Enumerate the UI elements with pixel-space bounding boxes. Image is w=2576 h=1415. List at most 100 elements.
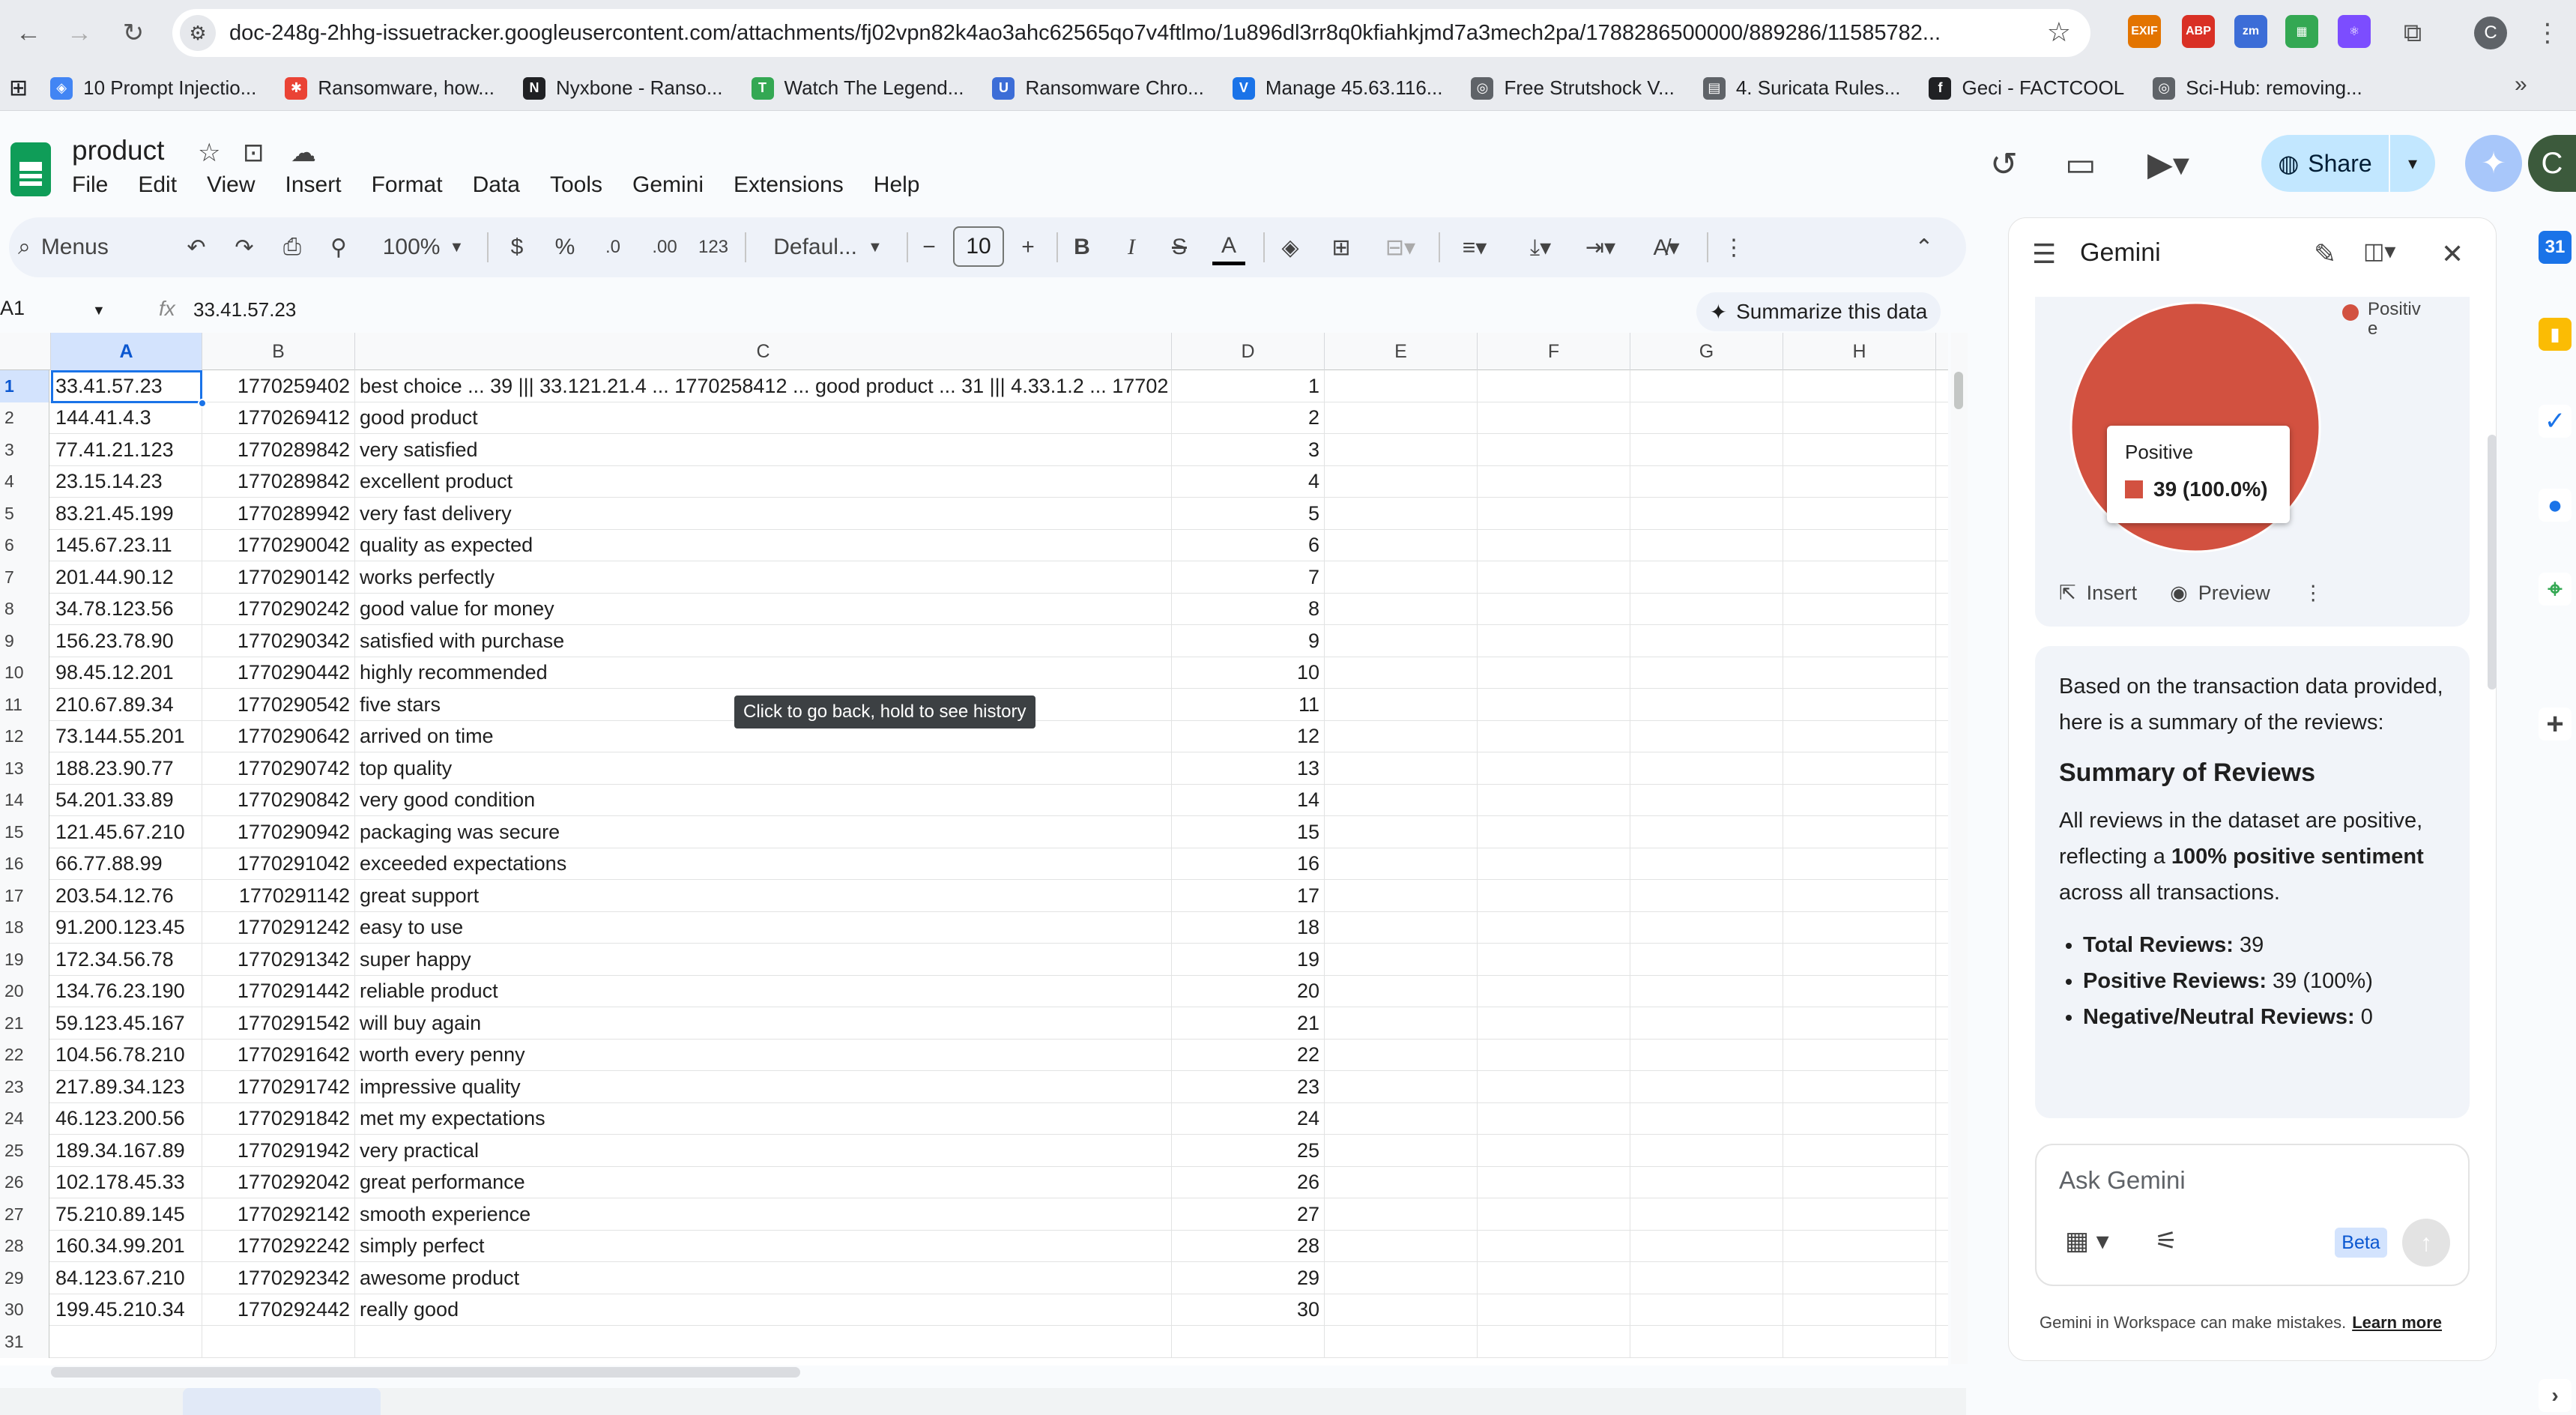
grid-cell[interactable]: 104.56.78.210 [51, 1039, 202, 1071]
reload-icon[interactable]: ↻ [111, 10, 156, 55]
grid-cell[interactable] [1630, 1102, 1783, 1135]
grid-cell[interactable] [1478, 1262, 1630, 1294]
column-header-a[interactable]: A [51, 333, 202, 370]
grid-cell[interactable] [1478, 465, 1630, 498]
grid-cell[interactable]: 1770291042 [202, 848, 355, 880]
row-header[interactable]: 30 [0, 1294, 49, 1326]
cloud-status-icon[interactable]: ☁ [291, 138, 316, 168]
menu-view[interactable]: View [207, 172, 255, 198]
grid-cell[interactable]: best choice ... 39 ||| 33.121.21.4 ... 1… [355, 370, 1172, 402]
document-title[interactable]: product [72, 135, 164, 166]
grid-cell[interactable]: 14 [1172, 784, 1325, 816]
grid-cell[interactable] [1325, 816, 1478, 848]
grid-cell[interactable] [1325, 498, 1478, 530]
hamburger-menu-icon[interactable]: ☰ [2032, 238, 2056, 270]
grid-cell[interactable]: 1770290442 [202, 657, 355, 689]
grid-cell[interactable] [1783, 720, 1936, 752]
active-sheet-tab[interactable] [183, 1388, 381, 1415]
vertical-scrollbar[interactable] [1951, 333, 1968, 1364]
grid-cell[interactable]: 22 [1172, 1039, 1325, 1071]
grid-cell[interactable] [1325, 848, 1478, 880]
grid-cell[interactable] [1630, 593, 1783, 625]
grid-cell[interactable]: 16 [1172, 848, 1325, 880]
grid-cell[interactable] [1478, 1230, 1630, 1262]
grid-cell[interactable] [1783, 529, 1936, 561]
meet-icon[interactable]: ▶▾ [2147, 145, 2189, 184]
share-button[interactable]: ◍ Share [2261, 135, 2389, 192]
grid-cell[interactable] [1783, 625, 1936, 657]
grid-cell[interactable] [1325, 1262, 1478, 1294]
grid-cell[interactable]: 172.34.56.78 [51, 944, 202, 976]
menu-help[interactable]: Help [874, 172, 920, 198]
keep-icon[interactable]: ▮ [2539, 318, 2572, 351]
grid-cell[interactable] [1783, 911, 1936, 944]
grid-cell[interactable] [1325, 1166, 1478, 1198]
text-color-icon[interactable]: A [1212, 229, 1245, 265]
bookmark-star-icon[interactable]: ☆ [2047, 16, 2071, 48]
grid-cell[interactable]: very fast delivery [355, 498, 1172, 530]
more-options-icon[interactable]: ⋮ [1719, 229, 1749, 265]
maps-icon[interactable]: ⌖ [2539, 573, 2572, 606]
select-all-corner[interactable] [0, 333, 51, 370]
extension-icon[interactable]: ⚛ [2338, 15, 2371, 48]
menu-gemini[interactable]: Gemini [632, 172, 704, 198]
column-header-e[interactable]: E [1325, 333, 1478, 370]
row-header[interactable]: 4 [0, 465, 49, 498]
row-header[interactable]: 5 [0, 498, 49, 530]
grid-cell[interactable] [1325, 975, 1478, 1007]
grid-cell[interactable]: 1770290542 [202, 689, 355, 721]
grid-cell[interactable]: highly recommended [355, 657, 1172, 689]
grid-cell[interactable]: 134.76.23.190 [51, 975, 202, 1007]
grid-cell[interactable]: 7 [1172, 561, 1325, 594]
menu-insert[interactable]: Insert [285, 172, 342, 198]
grid-cell[interactable] [1783, 1102, 1936, 1135]
redo-icon[interactable]: ↷ [229, 229, 259, 265]
bookmark-item[interactable]: V Manage 45.63.116... [1232, 76, 1442, 100]
bookmark-item[interactable]: ◎ Free Strutshock V... [1471, 76, 1675, 100]
grid-cell[interactable] [1630, 689, 1783, 721]
grid-cell[interactable] [1630, 1230, 1783, 1262]
menu-tools[interactable]: Tools [550, 172, 602, 198]
grid-cell[interactable]: 91.200.123.45 [51, 911, 202, 944]
grid-cell[interactable]: 75.210.89.145 [51, 1198, 202, 1231]
grid-cell[interactable]: super happy [355, 944, 1172, 976]
grid-cell[interactable]: packaging was secure [355, 816, 1172, 848]
percent-button[interactable]: % [550, 229, 580, 265]
grid-cell[interactable] [1630, 975, 1783, 1007]
decrease-font-size-icon[interactable]: − [914, 229, 944, 265]
grid-cell[interactable] [1325, 1039, 1478, 1071]
row-header[interactable]: 1 [0, 370, 49, 402]
grid-cell[interactable] [1783, 434, 1936, 466]
grid-cell[interactable]: 201.44.90.12 [51, 561, 202, 594]
increase-decimal-button[interactable]: .00 [646, 229, 683, 265]
settings-sliders-icon[interactable]: ⚟ [2155, 1226, 2177, 1256]
grid-cell[interactable] [1630, 944, 1783, 976]
strikethrough-icon[interactable]: S [1164, 229, 1194, 265]
column-header-d[interactable]: D [1172, 333, 1325, 370]
grid-cell[interactable]: 1770291242 [202, 911, 355, 944]
grid-cell[interactable]: 1770292342 [202, 1262, 355, 1294]
grid-cell[interactable]: 1770289842 [202, 434, 355, 466]
grid-cell[interactable]: 34.78.123.56 [51, 593, 202, 625]
row-header[interactable]: 7 [0, 561, 49, 594]
grid-cell[interactable] [1325, 529, 1478, 561]
row-header[interactable]: 27 [0, 1198, 49, 1231]
grid-cell[interactable]: 3 [1172, 434, 1325, 466]
grid-cell[interactable] [1783, 1198, 1936, 1231]
grid-cell[interactable] [1630, 784, 1783, 816]
forward-icon[interactable]: → [57, 10, 102, 55]
grid-cell[interactable] [1630, 625, 1783, 657]
grid-cell[interactable] [1325, 720, 1478, 752]
grid-cell[interactable] [1630, 848, 1783, 880]
extension-icon[interactable]: ABP [2182, 15, 2215, 48]
grid-cell[interactable] [1478, 689, 1630, 721]
grid-cell[interactable] [1783, 944, 1936, 976]
grid-cell[interactable] [1325, 657, 1478, 689]
grid-cell[interactable] [1630, 657, 1783, 689]
grid-cell[interactable]: 1770291442 [202, 975, 355, 1007]
grid-cell[interactable] [1478, 434, 1630, 466]
grid-cell[interactable] [1325, 1071, 1478, 1103]
grid-cell[interactable]: met my expectations [355, 1102, 1172, 1135]
grid-cell[interactable] [1478, 625, 1630, 657]
merge-cells-icon[interactable]: ⊟▾ [1374, 229, 1427, 265]
